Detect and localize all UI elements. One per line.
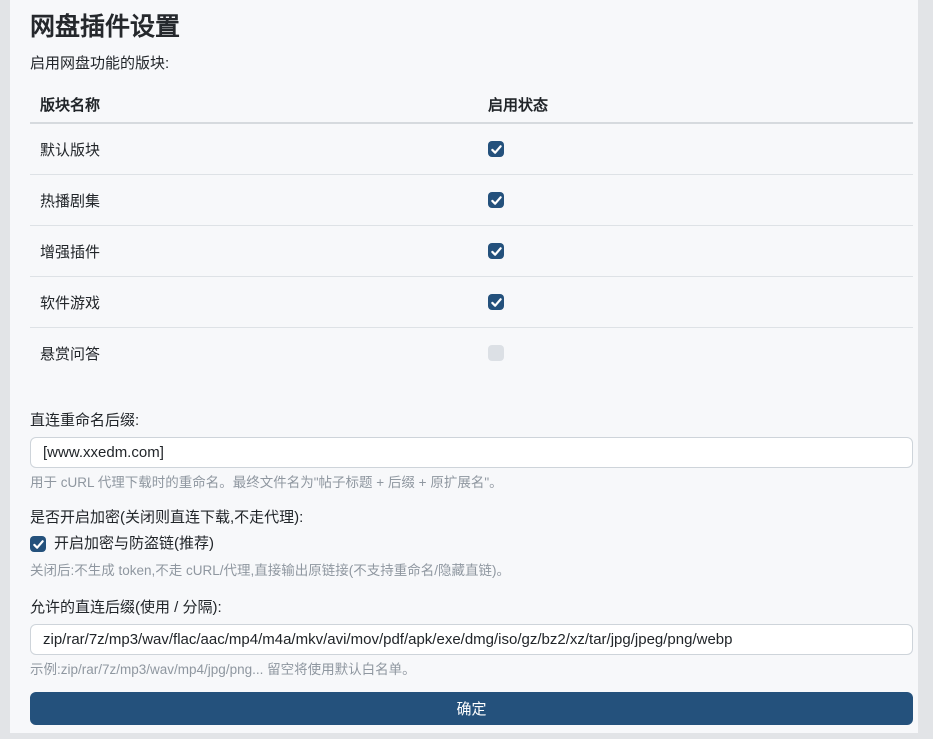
allowed-suffix-label: 允许的直连后缀(使用 / 分隔): (30, 598, 913, 618)
check-icon (491, 246, 502, 257)
board-enabled-checkbox[interactable] (488, 345, 504, 361)
table-row: 默认版块 (30, 124, 913, 175)
board-enabled-checkbox[interactable] (488, 141, 504, 157)
board-name: 悬赏问答 (30, 343, 478, 364)
table-header-row: 版块名称 启用状态 (30, 86, 913, 124)
encrypt-checkbox[interactable] (30, 536, 46, 552)
board-enabled-checkbox[interactable] (488, 294, 504, 310)
table-row: 热播剧集 (30, 175, 913, 226)
encrypt-checkbox-label[interactable]: 开启加密与防盗链(推荐) (54, 534, 214, 554)
board-name: 热播剧集 (30, 190, 478, 211)
column-header-board-name: 版块名称 (30, 94, 478, 115)
confirm-button[interactable]: 确定 (30, 692, 913, 725)
allowed-suffix-input[interactable] (30, 624, 913, 655)
encrypt-label: 是否开启加密(关闭则直连下载,不走代理): (30, 508, 913, 528)
board-name: 默认版块 (30, 139, 478, 160)
boards-table: 版块名称 启用状态 默认版块 热播剧集 (30, 86, 913, 378)
table-row: 悬赏问答 (30, 328, 913, 378)
check-icon (491, 195, 502, 206)
rename-suffix-help: 用于 cURL 代理下载时的重命名。最终文件名为"帖子标题 + 后缀 + 原扩展… (30, 474, 913, 492)
settings-panel: 网盘插件设置 启用网盘功能的版块: 版块名称 启用状态 默认版块 热播剧集 (10, 0, 918, 733)
board-name: 增强插件 (30, 241, 478, 262)
rename-suffix-label: 直连重命名后缀: (30, 411, 913, 431)
table-row: 软件游戏 (30, 277, 913, 328)
allowed-suffix-help: 示例:zip/rar/7z/mp3/wav/mp4/jpg/png... 留空将… (30, 661, 913, 679)
table-row: 增强插件 (30, 226, 913, 277)
rename-suffix-input[interactable] (30, 437, 913, 468)
board-name: 软件游戏 (30, 292, 478, 313)
page-title: 网盘插件设置 (30, 12, 913, 42)
boards-subtitle: 启用网盘功能的版块: (30, 54, 913, 74)
board-enabled-checkbox[interactable] (488, 243, 504, 259)
check-icon (491, 144, 502, 155)
board-enabled-checkbox[interactable] (488, 192, 504, 208)
encrypt-checkbox-row[interactable]: 开启加密与防盗链(推荐) (30, 534, 913, 554)
check-icon (491, 297, 502, 308)
check-icon (33, 539, 44, 550)
column-header-enabled-state: 启用状态 (478, 94, 913, 115)
encrypt-help: 关闭后:不生成 token,不走 cURL/代理,直接输出原链接(不支持重命名/… (30, 562, 913, 580)
